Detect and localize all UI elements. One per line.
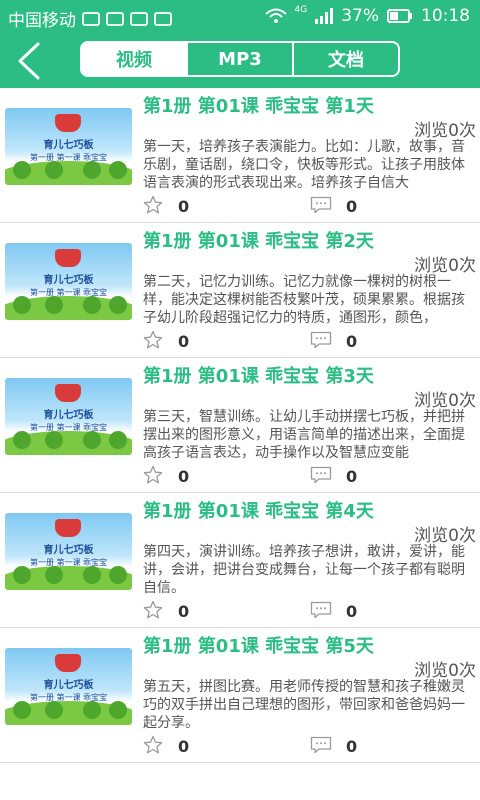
tab-mp3[interactable]: MP3 [186,43,292,75]
bush-decoration [45,566,63,584]
comment-icon[interactable] [310,736,332,754]
comment-icon[interactable] [310,196,332,214]
list-item[interactable]: 育儿七巧板 第一册 第一课 乖宝宝 第1册 第01课 乖宝宝 第5天 浏览0次 … [0,628,480,763]
bush-decoration [83,296,101,314]
media-type-tabs: 视频 MP3 文档 [80,41,400,77]
wifi-icon [264,8,287,23]
comment-icon[interactable] [310,601,332,619]
video-thumbnail[interactable]: 育儿七巧板 第一册 第一课 乖宝宝 [5,648,132,725]
item-title[interactable]: 第1册 第01课 乖宝宝 第2天 [143,227,374,253]
star-icon[interactable] [143,330,163,350]
item-title[interactable]: 第1册 第01课 乖宝宝 第4天 [143,497,374,523]
bush-decoration [83,701,101,719]
back-icon[interactable] [10,40,50,82]
keyboard-icon [154,11,172,26]
favorite-count: 0 [178,737,190,756]
comment-count: 0 [346,332,358,351]
thumbnail-title: 育儿七巧板 [43,275,94,286]
bush-decoration [83,566,101,584]
thumbnail-title: 育儿七巧板 [43,140,94,151]
bush-decoration [109,431,127,449]
gallery-icon [106,11,124,26]
item-title[interactable]: 第1册 第01课 乖宝宝 第3天 [143,362,374,388]
video-thumbnail[interactable]: 育儿七巧板 第一册 第一课 乖宝宝 [5,108,132,185]
clock: 10:18 [421,6,470,26]
logo-icon [55,654,81,672]
star-icon[interactable] [143,735,163,755]
bush-decoration [45,431,63,449]
network-type-label: 4G [294,5,308,15]
thumbnail-title: 育儿七巧板 [43,680,94,691]
comment-icon[interactable] [310,331,332,349]
bush-decoration [45,701,63,719]
video-thumbnail[interactable]: 育儿七巧板 第一册 第一课 乖宝宝 [5,243,132,320]
signal-icon [315,8,334,24]
logo-icon [55,114,81,132]
thumbnail-title: 育儿七巧板 [43,545,94,556]
comment-icon[interactable] [310,466,332,484]
bush-decoration [109,161,127,179]
bush-decoration [13,566,31,584]
bush-decoration [109,296,127,314]
comment-count: 0 [346,737,358,756]
item-title[interactable]: 第1册 第01课 乖宝宝 第5天 [143,632,374,658]
favorite-count: 0 [178,332,190,351]
comment-count: 0 [346,467,358,486]
app-icon [130,11,148,26]
item-description: 第一天，培养孩子表演能力。比如：儿歌，故事，音乐剧，童话剧，绕口令，快板等形式。… [143,139,465,191]
favorite-count: 0 [178,602,190,621]
favorite-count: 0 [178,197,190,216]
comment-count: 0 [346,197,358,216]
lesson-list: 育儿七巧板 第一册 第一课 乖宝宝 第1册 第01课 乖宝宝 第1天 浏览0次 … [0,88,480,763]
list-item[interactable]: 育儿七巧板 第一册 第一课 乖宝宝 第1册 第01课 乖宝宝 第1天 浏览0次 … [0,88,480,223]
tab-document[interactable]: 文档 [292,43,398,75]
star-icon[interactable] [143,600,163,620]
bush-decoration [13,296,31,314]
item-description: 第二天，记忆力训练。记忆力就像一棵树的树根一样，能决定这棵树能否枝繁叶茂，硕果累… [143,274,465,326]
bush-decoration [13,431,31,449]
star-icon[interactable] [143,465,163,485]
list-item[interactable]: 育儿七巧板 第一册 第一课 乖宝宝 第1册 第01课 乖宝宝 第2天 浏览0次 … [0,223,480,358]
video-thumbnail[interactable]: 育儿七巧板 第一册 第一课 乖宝宝 [5,378,132,455]
item-description: 第三天，智慧训练。让幼儿手动拼摆七巧板，并把拼摆出来的图形意义，用语言简单的描述… [143,409,465,461]
logo-icon [55,384,81,402]
battery-icon [387,9,412,23]
bush-decoration [45,161,63,179]
bush-decoration [45,296,63,314]
star-icon[interactable] [143,195,163,215]
notification-icon [82,11,100,26]
item-description: 第五天，拼图比赛。用老师传授的智慧和孩子稚嫩灵巧的双手拼出自己理想的图形，带回家… [143,679,465,731]
list-item[interactable]: 育儿七巧板 第一册 第一课 乖宝宝 第1册 第01课 乖宝宝 第4天 浏览0次 … [0,493,480,628]
logo-icon [55,519,81,537]
favorite-count: 0 [178,467,190,486]
bush-decoration [13,161,31,179]
list-item[interactable]: 育儿七巧板 第一册 第一课 乖宝宝 第1册 第01课 乖宝宝 第3天 浏览0次 … [0,358,480,493]
status-bar: 中国移动 4G 37% 10:18 [0,0,480,34]
tab-video[interactable]: 视频 [82,43,186,75]
carrier-label: 中国移动 [8,11,76,31]
app-bar: 视频 MP3 文档 [0,34,480,88]
bush-decoration [83,431,101,449]
battery-percent: 37% [341,6,379,26]
video-thumbnail[interactable]: 育儿七巧板 第一册 第一课 乖宝宝 [5,513,132,590]
logo-icon [55,249,81,267]
thumbnail-title: 育儿七巧板 [43,410,94,421]
bush-decoration [109,566,127,584]
item-description: 第四天，演讲训练。培养孩子想讲，敢讲，爱讲，能讲，会讲，把讲台变成舞台，让每一个… [143,544,465,596]
comment-count: 0 [346,602,358,621]
bush-decoration [109,701,127,719]
item-title[interactable]: 第1册 第01课 乖宝宝 第1天 [143,92,374,118]
bush-decoration [83,161,101,179]
bush-decoration [13,701,31,719]
